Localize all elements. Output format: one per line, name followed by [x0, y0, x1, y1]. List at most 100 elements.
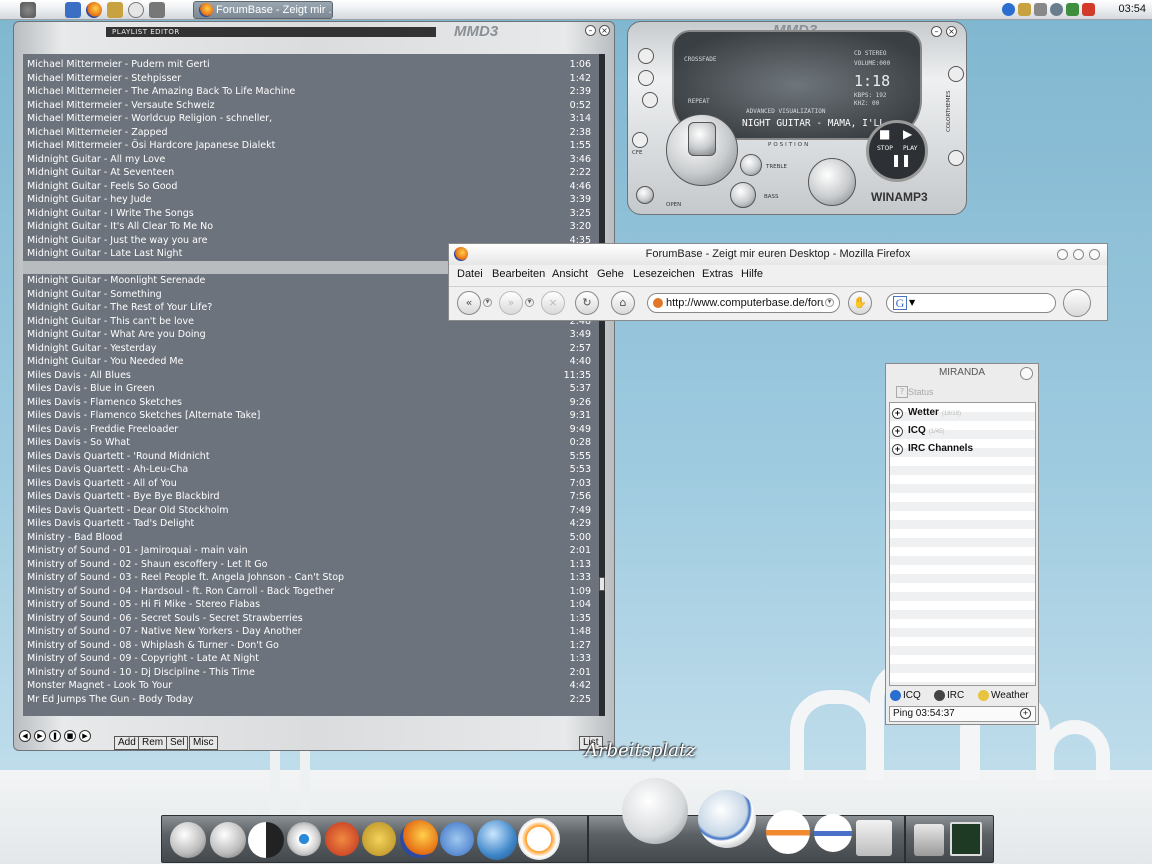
- close-button[interactable]: ×: [599, 25, 610, 36]
- eye-app-icon[interactable]: [287, 822, 321, 856]
- playlist-row[interactable]: Midnight Guitar - I Write The Songs 3:25: [23, 207, 599, 221]
- expand-icon[interactable]: +: [892, 408, 903, 419]
- clock[interactable]: 03:54: [1118, 3, 1146, 15]
- stop-button[interactable]: ×: [541, 291, 565, 315]
- forward-button[interactable]: »: [499, 291, 523, 315]
- playlist-row[interactable]: Miles Davis - Freddie Freeloader 9:49: [23, 423, 599, 437]
- menu-extras[interactable]: Extras: [702, 268, 733, 280]
- playlist-row[interactable]: Ministry of Sound - 09 - Copyright - Lat…: [23, 652, 599, 666]
- side-button-right-1[interactable]: [948, 66, 964, 82]
- recycle-bin-icon[interactable]: [914, 824, 944, 856]
- side-button-2[interactable]: [638, 70, 654, 86]
- sphere-icon[interactable]: [170, 822, 206, 858]
- help-icon[interactable]: ?: [896, 386, 908, 398]
- menu-hilfe[interactable]: Hilfe: [741, 268, 763, 280]
- back-history-icon[interactable]: ▼: [483, 298, 492, 307]
- firefox-dock-icon[interactable]: [400, 820, 438, 858]
- stop-icon[interactable]: ■: [64, 730, 76, 742]
- advanced-visualization-label[interactable]: ADVANCED VISUALIZATION: [746, 108, 825, 115]
- pause-icon[interactable]: ❚❚: [891, 153, 911, 167]
- status-selector[interactable]: Status: [908, 387, 934, 397]
- search-engine-dropdown-icon[interactable]: ▼: [909, 298, 915, 307]
- playlist-row[interactable]: Midnight Guitar - It's All Clear To Me N…: [23, 220, 599, 234]
- playlist-row[interactable]: Miles Davis Quartett - Tad's Delight 4:29: [23, 517, 599, 531]
- next-icon[interactable]: ▶: [79, 730, 91, 742]
- player-minimize-button[interactable]: –: [931, 26, 942, 37]
- desktop-icon-label[interactable]: Arbeitsplatz: [585, 740, 696, 761]
- desktop-icon[interactable]: [65, 2, 81, 18]
- wordpad-icon[interactable]: [362, 822, 396, 856]
- playlist-row[interactable]: Michael Mittermeier - Zapped 2:38: [23, 126, 599, 140]
- eight-ball-icon[interactable]: [210, 822, 246, 858]
- bookmark-button[interactable]: ✋: [848, 291, 872, 315]
- menu-gehe[interactable]: Gehe: [597, 268, 624, 280]
- app-icon[interactable]: [149, 2, 165, 18]
- side-button-3[interactable]: [642, 92, 658, 108]
- playlist-row[interactable]: Ministry of Sound - 02 - Shaun escoffery…: [23, 558, 599, 572]
- playlist-row[interactable]: Midnight Guitar - At Seventeen 2:22: [23, 166, 599, 180]
- apple-menu-icon[interactable]: [20, 2, 36, 18]
- bass-knob[interactable]: [730, 182, 756, 208]
- pause-icon[interactable]: ❚: [49, 730, 61, 742]
- stop-icon[interactable]: ■: [879, 127, 890, 141]
- close-button[interactable]: [1020, 367, 1033, 380]
- firefox-icon[interactable]: [86, 2, 102, 18]
- add-icon[interactable]: +: [1020, 708, 1031, 719]
- playlist-scroll-thumb[interactable]: [599, 577, 605, 591]
- tools-icon[interactable]: [107, 2, 123, 18]
- add-button[interactable]: Add: [114, 736, 140, 750]
- colorthemes-label[interactable]: COLORTHEMES: [946, 91, 952, 132]
- url-dropdown-icon[interactable]: ▼: [825, 298, 834, 307]
- menu-datei[interactable]: Datei: [457, 268, 483, 280]
- update-icon[interactable]: [1002, 3, 1015, 16]
- playlist-row[interactable]: Miles Davis - All Blues 11:35: [23, 369, 599, 383]
- playlist-row[interactable]: Ministry of Sound - 10 - Dj Discipline -…: [23, 666, 599, 680]
- playlist-row[interactable]: Ministry of Sound - 03 - Reel People ft.…: [23, 571, 599, 585]
- document-icon[interactable]: [856, 820, 892, 856]
- taskbar-firefox-task[interactable]: ForumBase - Zeigt mir ...: [193, 1, 333, 19]
- reload-button[interactable]: ↻: [575, 291, 599, 315]
- miranda-title[interactable]: MIRANDA: [886, 367, 1038, 378]
- globe-app-icon[interactable]: [440, 822, 474, 856]
- miranda-tray-icon[interactable]: [1066, 3, 1079, 16]
- playlist-row[interactable]: Ministry of Sound - 07 - Native New York…: [23, 625, 599, 639]
- playlist-row[interactable]: Midnight Guitar - You Needed Me 4:40: [23, 355, 599, 369]
- google-icon[interactable]: G: [893, 296, 907, 310]
- group-irc-channels[interactable]: + IRC Channels: [892, 442, 1032, 458]
- search-bar[interactable]: G ▼: [886, 293, 1056, 313]
- menu-lesezeichen[interactable]: Lesezeichen: [633, 268, 695, 280]
- orange-ball-icon[interactable]: [766, 810, 810, 854]
- side-button-right-2[interactable]: [948, 150, 964, 166]
- play-label[interactable]: PLAY: [903, 145, 917, 152]
- playlist-row[interactable]: Monster Magnet - Look To Your 4:42: [23, 679, 599, 693]
- volume-icon[interactable]: [1034, 3, 1047, 16]
- select-button[interactable]: Sel: [166, 736, 189, 750]
- playlist-row[interactable]: Ministry - Bad Blood 5:00: [23, 531, 599, 545]
- security-icon[interactable]: [1082, 3, 1095, 16]
- expand-icon[interactable]: +: [892, 444, 903, 455]
- playlist-row[interactable]: Ministry of Sound - 06 - Secret Souls - …: [23, 612, 599, 626]
- playlist-row[interactable]: Miles Davis Quartett - Dear Old Stockhol…: [23, 504, 599, 518]
- playlist-row[interactable]: Michael Mittermeier - Pudern mit Gerti 1:…: [23, 58, 599, 72]
- url-text[interactable]: http://www.computerbase.de/forum: [666, 297, 824, 309]
- playlist-row[interactable]: Ministry of Sound - 05 - Hi Fi Mike - St…: [23, 598, 599, 612]
- playlist-row[interactable]: Miles Davis - So What 0:28: [23, 436, 599, 450]
- playlist-row[interactable]: Midnight Guitar - Feels So Good 4:46: [23, 180, 599, 194]
- network-globe-icon[interactable]: [477, 820, 517, 860]
- feather-app-icon[interactable]: [325, 822, 359, 856]
- side-button-1[interactable]: [638, 48, 654, 64]
- tab-irc[interactable]: IRC: [933, 688, 964, 703]
- playlist-row[interactable]: Ministry of Sound - 01 - Jamiroquai - ma…: [23, 544, 599, 558]
- blue-ball-icon[interactable]: [814, 814, 852, 852]
- menu-bearbeiten[interactable]: Bearbeiten: [492, 268, 545, 280]
- playlist-row[interactable]: Midnight Guitar - What Are you Doing 3:49: [23, 328, 599, 342]
- maximize-button[interactable]: [1073, 249, 1084, 260]
- back-button[interactable]: «: [457, 291, 481, 315]
- playlist-row[interactable]: Midnight Guitar - hey Jude 3:39: [23, 193, 599, 207]
- playlist-scrollbar[interactable]: [599, 54, 605, 716]
- playlist-row[interactable]: Miles Davis - Flamenco Sketches 9:26: [23, 396, 599, 410]
- tab-weather[interactable]: Weather: [977, 688, 1029, 703]
- player-close-button[interactable]: ×: [946, 26, 957, 37]
- eye-icon[interactable]: [128, 2, 144, 18]
- playlist-row[interactable]: Michael Mittermeier - Stehpisser 1:42: [23, 72, 599, 86]
